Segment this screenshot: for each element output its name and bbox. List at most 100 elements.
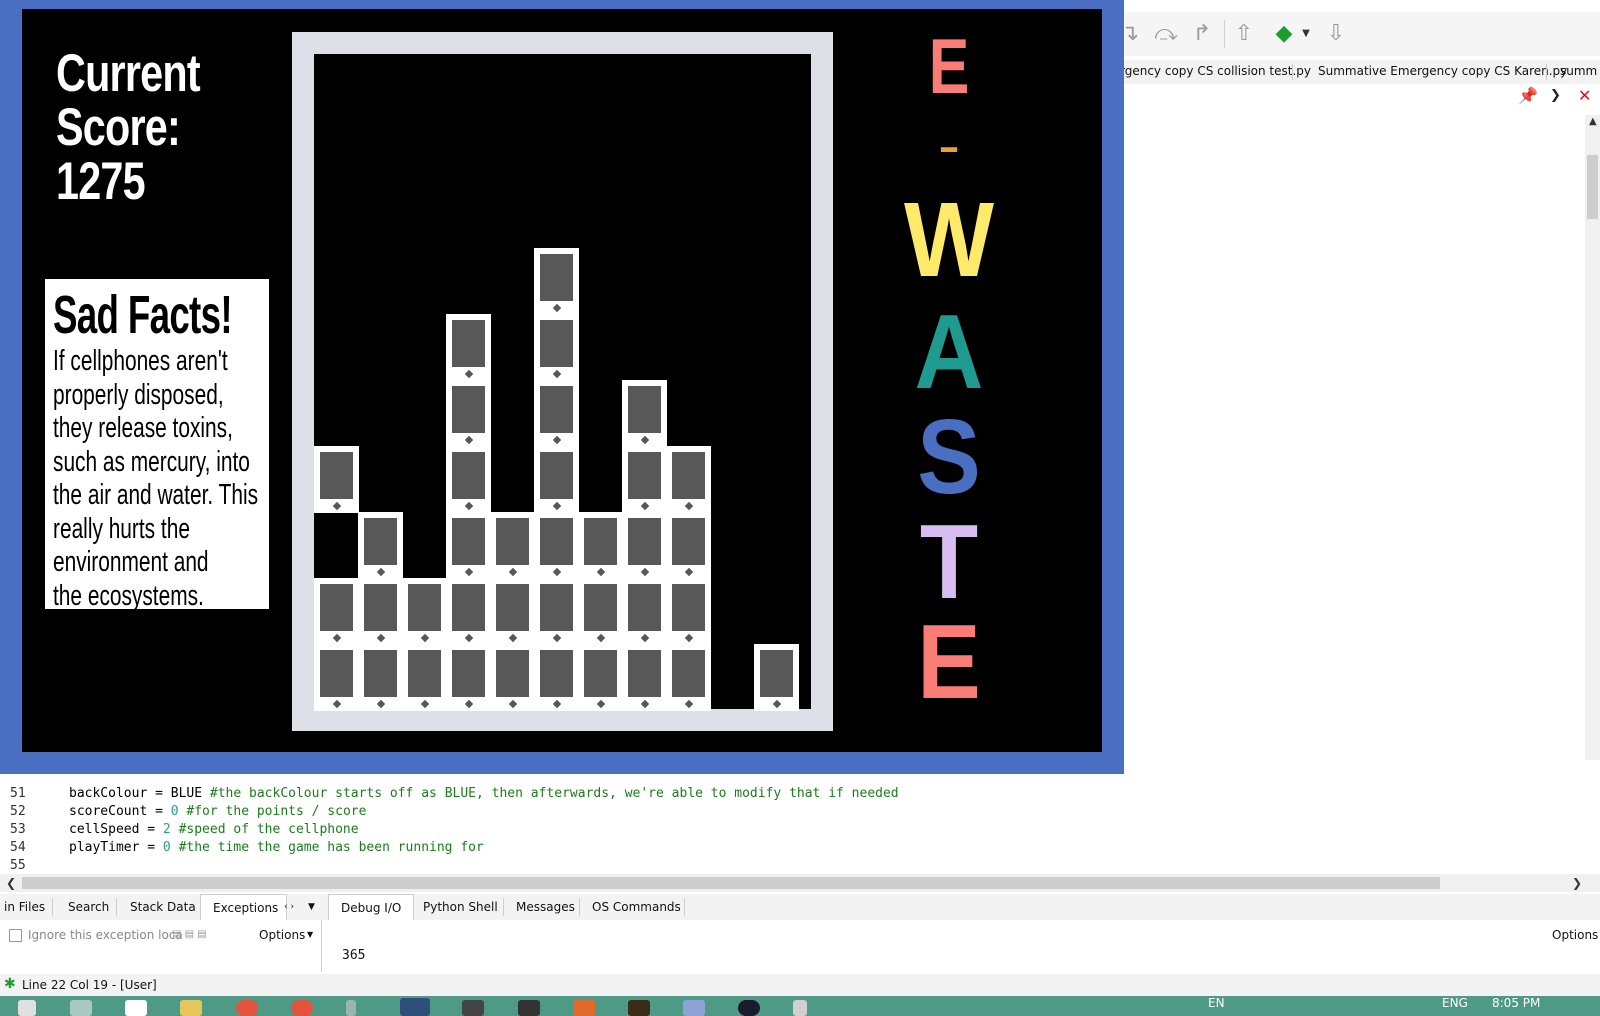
- code-line[interactable]: backColour = BLUE #the backColour starts…: [69, 786, 899, 801]
- phone-screen: [320, 452, 353, 499]
- app-icon[interactable]: [518, 1000, 540, 1016]
- phone-button: [552, 699, 562, 709]
- tab-scroll-icon[interactable]: ‹ ›: [284, 902, 294, 912]
- file-tab[interactable]: summ: [1560, 64, 1597, 78]
- tab-python-shell[interactable]: Python Shell: [423, 900, 498, 914]
- tab-in-files[interactable]: in Files: [4, 900, 45, 914]
- tab-stack-data[interactable]: Stack Data: [130, 900, 196, 914]
- tab-menu-icon[interactable]: ▼: [308, 902, 315, 912]
- code-editor[interactable]: 51 backColour = BLUE #the backColour sta…: [0, 760, 1600, 874]
- code-line[interactable]: scoreCount = 0 #for the points / score: [69, 804, 366, 819]
- phone-screen: [496, 518, 529, 565]
- scroll-right-icon[interactable]: ❯: [1572, 876, 1582, 890]
- facts-line: environment and: [53, 546, 209, 578]
- start-icon[interactable]: [18, 1000, 36, 1016]
- tray-clock[interactable]: 8:05 PM: [1492, 996, 1540, 1010]
- app-icon[interactable]: [236, 1000, 258, 1016]
- phone-screen: [408, 650, 441, 697]
- ide-taskbar-icon[interactable]: [400, 998, 430, 1016]
- app-icon[interactable]: [738, 1000, 760, 1016]
- code-number: 0: [162, 840, 171, 855]
- options-dropdown-icon[interactable]: ▼: [307, 930, 313, 939]
- phone-screen: [540, 518, 573, 565]
- cellphone-block: [534, 512, 579, 579]
- horizontal-scrollbar[interactable]: ❮ ❯: [0, 874, 1600, 892]
- phone-screen: [364, 518, 397, 565]
- tab-messages[interactable]: Messages: [516, 900, 575, 914]
- options-button[interactable]: Options: [259, 928, 305, 942]
- phone-button: [640, 699, 650, 709]
- tray-input[interactable]: ENG: [1442, 996, 1468, 1010]
- tab-exceptions[interactable]: Exceptions: [200, 894, 288, 920]
- settings-icon[interactable]: [793, 1000, 807, 1016]
- app-icon[interactable]: [291, 1000, 313, 1016]
- file-tab[interactable]: rgency copy CS collision test.py: [1120, 64, 1311, 78]
- app-icon[interactable]: [628, 1000, 650, 1016]
- cellphone-block: [490, 578, 535, 645]
- tab-debug-io[interactable]: Debug I/O: [328, 894, 415, 920]
- code-line[interactable]: playTimer = 0 #the time the game has bee…: [69, 840, 484, 855]
- phone-button: [552, 567, 562, 577]
- tab-search[interactable]: Search: [68, 900, 109, 914]
- file-explorer-icon[interactable]: [180, 1000, 202, 1016]
- cellphone-block: [490, 644, 535, 711]
- scroll-thumb[interactable]: [22, 877, 1440, 889]
- phone-button: [332, 699, 342, 709]
- app-icon[interactable]: [573, 1000, 595, 1016]
- phone-button: [596, 633, 606, 643]
- phone-screen: [496, 650, 529, 697]
- scroll-thumb[interactable]: [1587, 155, 1598, 219]
- phone-screen: [628, 518, 661, 565]
- game-window: Current Score: 1275 Sad Facts! If cellph…: [0, 0, 1124, 774]
- tray-language[interactable]: EN: [1208, 996, 1225, 1010]
- title-letter: W: [903, 181, 995, 299]
- cellphone-block: [534, 644, 579, 711]
- cellphone-block: [358, 512, 403, 579]
- phone-button: [552, 633, 562, 643]
- close-icon[interactable]: ✕: [1578, 86, 1591, 105]
- code-text: cellSpeed =: [69, 822, 163, 837]
- game-canvas[interactable]: Current Score: 1275 Sad Facts! If cellph…: [22, 9, 1102, 752]
- scroll-up-icon[interactable]: ▲: [1589, 116, 1597, 127]
- phone-screen: [452, 584, 485, 631]
- pin-icon[interactable]: 📌: [1518, 86, 1538, 105]
- vertical-scrollbar[interactable]: [1585, 115, 1600, 871]
- cellphone-block: [314, 578, 359, 645]
- grid-icon[interactable]: ▤ ▤ ▤: [172, 929, 207, 940]
- chevron-down-icon[interactable]: ❯: [1550, 88, 1561, 103]
- phone-screen: [540, 650, 573, 697]
- file-tab[interactable]: Summative Emergency copy CS Karen.py: [1318, 64, 1567, 78]
- dropdown-arrow-icon[interactable]: ▼: [1296, 18, 1316, 48]
- code-text: scoreCount =: [69, 804, 171, 819]
- tab-os-commands[interactable]: OS Commands: [592, 900, 681, 914]
- step-out-icon[interactable]: ↱: [1186, 18, 1218, 48]
- cellphone-block: [666, 644, 711, 711]
- app-icon[interactable]: [462, 1000, 484, 1016]
- task-view-icon[interactable]: [70, 1000, 92, 1016]
- toolbar-divider: [1224, 20, 1225, 48]
- pen-icon[interactable]: [346, 1000, 356, 1016]
- phone-button: [420, 699, 430, 709]
- stack-down-icon[interactable]: ⇩: [1320, 18, 1352, 48]
- ignore-exception-label: Ignore this exception loca: [28, 928, 183, 942]
- tab-divider: [1292, 64, 1293, 80]
- phone-screen: [672, 584, 705, 631]
- file-tab-bar: rgency copy CS collision test.py Summati…: [1120, 60, 1600, 84]
- chrome-icon[interactable]: [125, 1000, 147, 1016]
- phone-screen: [760, 650, 793, 697]
- step-over-icon[interactable]: ⤼: [1150, 18, 1182, 48]
- stack-up-icon[interactable]: ⇧: [1228, 18, 1260, 48]
- line-number: 51: [10, 786, 26, 801]
- exceptions-pane: Ignore this exception loca ▤ ▤ ▤ Options…: [0, 920, 322, 972]
- ignore-exception-checkbox[interactable]: [9, 929, 22, 942]
- code-line[interactable]: cellSpeed = 2 #speed of the cellphone: [69, 822, 359, 837]
- phone-screen: [672, 452, 705, 499]
- phone-screen: [452, 320, 485, 367]
- phone-screen: [672, 518, 705, 565]
- scroll-left-icon[interactable]: ❮: [6, 876, 16, 890]
- phone-button: [464, 369, 474, 379]
- options-right-button[interactable]: Options: [1552, 928, 1598, 942]
- app-icon[interactable]: [683, 1000, 705, 1016]
- code-number: 2: [162, 822, 171, 837]
- code-comment: #speed of the cellphone: [170, 822, 359, 837]
